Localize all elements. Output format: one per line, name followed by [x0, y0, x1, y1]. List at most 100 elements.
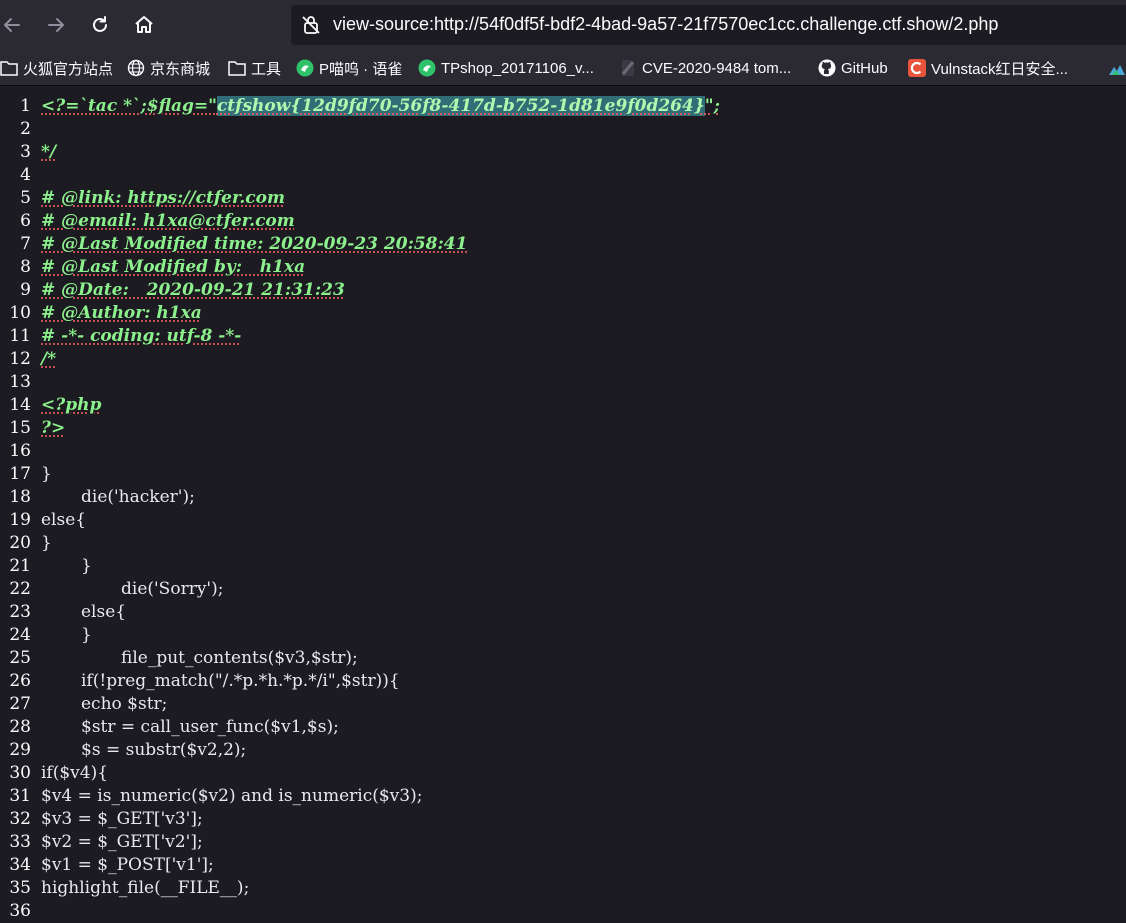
source-code[interactable]: $v1 = $_POST['v1']; — [41, 854, 214, 877]
source-line: 32 $v3 = $_GET['v3']; — [0, 808, 1126, 831]
line-number: 19 — [9, 510, 31, 530]
source-code[interactable]: $v3 = $_GET['v3']; — [41, 808, 203, 831]
source-line: 29 $s = substr($v2,2); — [0, 739, 1126, 762]
line-number: 33 — [9, 832, 31, 852]
source-code[interactable]: # @Author: h1xa — [41, 302, 202, 325]
line-number: 36 — [9, 901, 31, 921]
source-line: 2 — [0, 118, 1126, 141]
source-code[interactable]: else{ — [41, 509, 86, 532]
source-code[interactable]: highlight_file(__FILE__); — [41, 877, 249, 900]
source-code[interactable]: else{ — [41, 601, 126, 624]
line-number: 17 — [9, 464, 31, 484]
source-code[interactable]: # @Last Modified time: 2020-09-23 20:58:… — [41, 233, 467, 256]
source-line: 3 */ — [0, 141, 1126, 164]
source-line: 13 — [0, 371, 1126, 394]
flag-value[interactable]: ctfshow{12d9fd70-56f8-417d-b752-1d81e9f0… — [216, 96, 705, 116]
line-number: 23 — [9, 602, 31, 622]
source-code[interactable]: $str = call_user_func($v1,$s); — [41, 716, 339, 739]
back-button[interactable] — [0, 8, 29, 42]
bookmark-yuque[interactable]: P喵呜 · 语雀 — [296, 57, 402, 79]
source-line: 22 die('Sorry'); — [0, 578, 1126, 601]
bookmark-tools[interactable]: 工具 — [228, 57, 281, 79]
source-code[interactable]: /* — [41, 348, 56, 371]
home-icon — [135, 16, 153, 33]
source-line: 24} — [0, 624, 1126, 647]
bookmark-cve[interactable]: CVE-2020-9484 tom... — [619, 57, 791, 79]
source-code[interactable]: file_put_contents($v3,$str); — [41, 647, 358, 670]
source-line: 12 /* — [0, 348, 1126, 371]
line-number: 32 — [9, 809, 31, 829]
source-code[interactable]: <?=`tac *`;$flag="ctfshow{12d9fd70-56f8-… — [41, 95, 720, 118]
page-source: 1 <?=`tac *`;$flag="ctfshow{12d9fd70-56f… — [0, 95, 1126, 923]
forward-arrow-icon — [48, 18, 64, 32]
bookmark-label: P喵呜 · 语雀 — [319, 60, 403, 78]
flag-prefix: <?=`tac *`;$flag=" — [41, 96, 217, 116]
source-line: 23 else{ — [0, 601, 1126, 624]
reload-button[interactable] — [83, 8, 117, 42]
source-code[interactable]: # @link: https://ctfer.com — [41, 187, 285, 210]
source-code[interactable]: */ — [41, 141, 56, 164]
source-code[interactable]: $v2 = $_GET['v2']; — [41, 831, 203, 854]
source-line: 20} — [0, 532, 1126, 555]
line-number: 25 — [9, 648, 31, 668]
source-code[interactable]: ?> — [41, 417, 65, 440]
bookmark-github[interactable]: GitHub — [818, 57, 888, 79]
source-code[interactable]: # @Last Modified by: h1xa — [41, 256, 305, 279]
source-code[interactable]: } — [41, 532, 52, 555]
line-number: 20 — [9, 533, 31, 553]
source-code[interactable]: if($v4){ — [41, 762, 108, 785]
line-number: 6 — [20, 211, 31, 231]
line-number: 9 — [20, 280, 31, 300]
source-code[interactable]: } — [41, 555, 92, 578]
line-number: 5 — [20, 188, 31, 208]
yuque-icon — [296, 59, 314, 77]
bookmark-tpshop[interactable]: TPshop_20171106_v... — [418, 57, 594, 79]
github-icon — [818, 59, 836, 77]
bookmark-firefox-official[interactable]: 火狐官方站点 — [0, 57, 113, 79]
source-code[interactable]: $v4 = is_numeric($v2) and is_numeric($v3… — [41, 785, 422, 808]
bookmarks-overflow[interactable] — [1108, 57, 1126, 79]
source-line: 18 die('hacker'); — [0, 486, 1126, 509]
bookmark-label: 工具 — [251, 60, 282, 78]
bookmark-label: 火狐官方站点 — [23, 60, 114, 78]
source-line: 9 # @Date: 2020-09-21 21:31:23 — [0, 279, 1126, 302]
url-text[interactable]: view-source:http://54f0df5f-bdf2-4bad-9a… — [333, 14, 998, 35]
line-number: 28 — [9, 717, 31, 737]
line-number: 26 — [9, 671, 31, 691]
source-code[interactable]: # @Date: 2020-09-21 21:31:23 — [41, 279, 345, 302]
line-number: 13 — [9, 372, 31, 392]
source-line: 21} — [0, 555, 1126, 578]
source-code[interactable]: $s = substr($v2,2); — [41, 739, 246, 762]
line-number: 7 — [20, 234, 31, 254]
source-line: 31 $v4 = is_numeric($v2) and is_numeric($… — [0, 785, 1126, 808]
bookmark-label: TPshop_20171106_v... — [441, 59, 594, 77]
source-line: 30 if($v4){ — [0, 762, 1126, 785]
source-line: 16 — [0, 440, 1126, 463]
line-number: 11 — [9, 326, 31, 346]
line-number: 21 — [9, 556, 31, 576]
address-bar[interactable]: view-source:http://54f0df5f-bdf2-4bad-9a… — [291, 5, 1126, 45]
source-code[interactable]: } — [41, 463, 52, 486]
home-button[interactable] — [127, 8, 161, 42]
source-code[interactable]: } — [41, 624, 92, 647]
vulnstack-icon — [908, 59, 926, 77]
folder-icon — [228, 59, 246, 77]
source-code[interactable]: echo $str; — [41, 693, 167, 716]
source-code[interactable]: # -*- coding: utf-8 -*- — [41, 325, 241, 348]
source-code[interactable]: # @email: h1xa@ctfer.com — [41, 210, 295, 233]
source-line: 34 $v1 = $_POST['v1']; — [0, 854, 1126, 877]
source-line: 25 file_put_contents($v3,$str); — [0, 647, 1126, 670]
source-code[interactable]: die('Sorry'); — [41, 578, 223, 601]
line-number: 12 — [9, 349, 31, 369]
source-code[interactable]: if(!preg_match("/.*p.*h.*p.*/i",$str)){ — [41, 670, 400, 693]
bookmark-vulnstack[interactable]: Vulnstack红日安全... — [908, 57, 1068, 79]
forward-button[interactable] — [39, 8, 73, 42]
source-code[interactable]: die('hacker'); — [41, 486, 195, 509]
source-code[interactable]: <?php — [41, 394, 101, 417]
line-number: 34 — [9, 855, 31, 875]
bookmark-jd[interactable]: 京东商城 — [127, 57, 210, 79]
line-number: 16 — [9, 441, 31, 461]
globe-icon — [127, 59, 145, 77]
source-line: 5 # @link: https://ctfer.com — [0, 187, 1126, 210]
insecure-lock-icon[interactable] — [299, 13, 323, 37]
